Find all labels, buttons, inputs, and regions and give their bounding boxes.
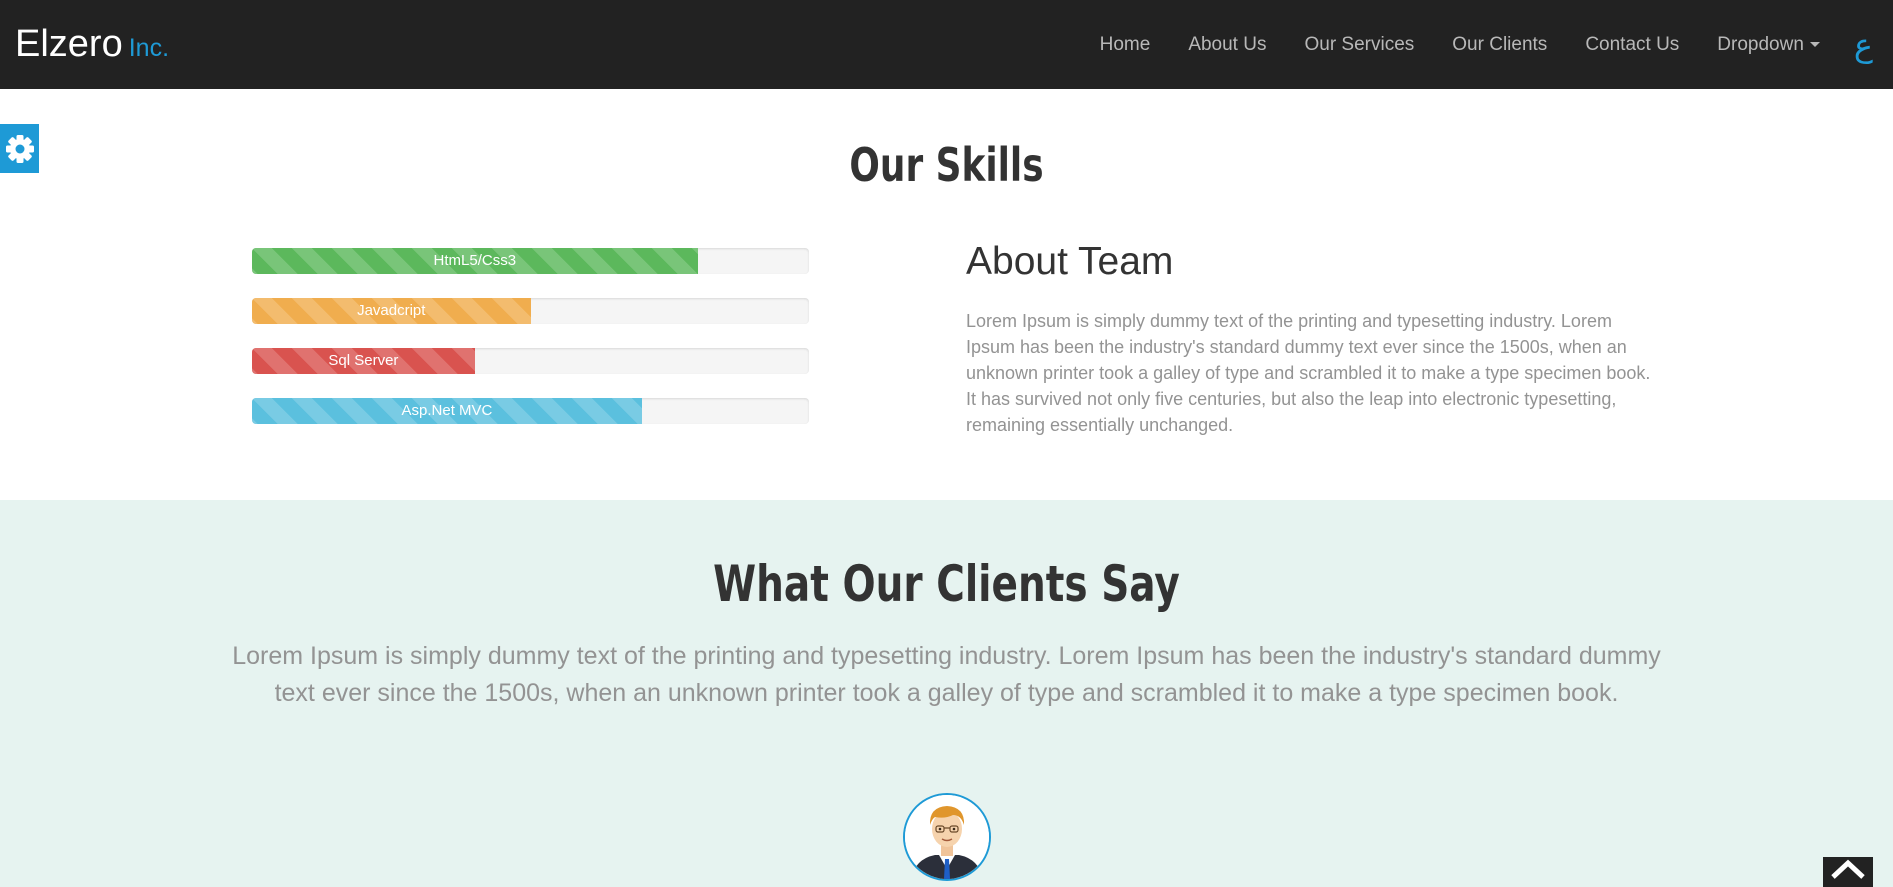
skill-label: Sql Server bbox=[328, 352, 399, 369]
nav-dropdown-label: Dropdown bbox=[1717, 33, 1804, 55]
clients-testimonial-text: Lorem Ipsum is simply dummy text of the … bbox=[232, 642, 1661, 707]
caret-down-icon bbox=[1809, 41, 1820, 47]
brand-logo[interactable]: Elzero Inc. bbox=[15, 22, 169, 70]
clients-title: What Our Clients Say bbox=[713, 555, 1180, 613]
settings-toggle[interactable] bbox=[0, 124, 39, 173]
skill-bar: Sql Server bbox=[252, 348, 475, 374]
brand-suffix: Inc. bbox=[128, 34, 170, 62]
client-avatar bbox=[903, 793, 991, 881]
skill-label: Javadcript bbox=[357, 302, 426, 319]
brand-name: Elzero bbox=[15, 23, 123, 65]
gear-icon bbox=[5, 134, 34, 163]
navbar: Elzero Inc. Home About Us Our Services Ou… bbox=[0, 0, 1893, 89]
scroll-to-top-button[interactable] bbox=[1823, 857, 1873, 887]
skill-label: HtmL5/Css3 bbox=[433, 252, 517, 269]
nav-contact-us[interactable]: Contact Us bbox=[1585, 34, 1679, 56]
about-team-title: About Team bbox=[966, 240, 1174, 283]
person-avatar-icon bbox=[905, 795, 989, 879]
skill-bar: Javadcript bbox=[252, 298, 531, 324]
about-team-text: Lorem Ipsum is simply dummy text of the … bbox=[966, 311, 1651, 435]
skill-label: Asp.Net MVC bbox=[401, 402, 493, 419]
skill-bar: HtmL5/Css3 bbox=[252, 248, 698, 274]
nav-dropdown[interactable]: Dropdown bbox=[1717, 34, 1820, 56]
skill-progress-asp-net: Asp.Net MVC bbox=[252, 398, 809, 424]
language-switch[interactable]: ع bbox=[1854, 26, 1873, 64]
nav-our-services[interactable]: Our Services bbox=[1304, 34, 1414, 56]
nav-home[interactable]: Home bbox=[1100, 34, 1151, 56]
chevron-up-icon bbox=[1831, 859, 1865, 879]
nav-our-clients[interactable]: Our Clients bbox=[1452, 34, 1547, 56]
skill-progress-html-css: HtmL5/Css3 bbox=[252, 248, 809, 274]
skill-progress-sql-server: Sql Server bbox=[252, 348, 809, 374]
nav-menu: Home About Us Our Services Our Clients C… bbox=[1100, 0, 1893, 89]
skills-title: Our Skills bbox=[849, 138, 1044, 192]
nav-about-us[interactable]: About Us bbox=[1188, 34, 1266, 56]
skill-progress-javascript: Javadcript bbox=[252, 298, 809, 324]
skill-bar: Asp.Net MVC bbox=[252, 398, 642, 424]
